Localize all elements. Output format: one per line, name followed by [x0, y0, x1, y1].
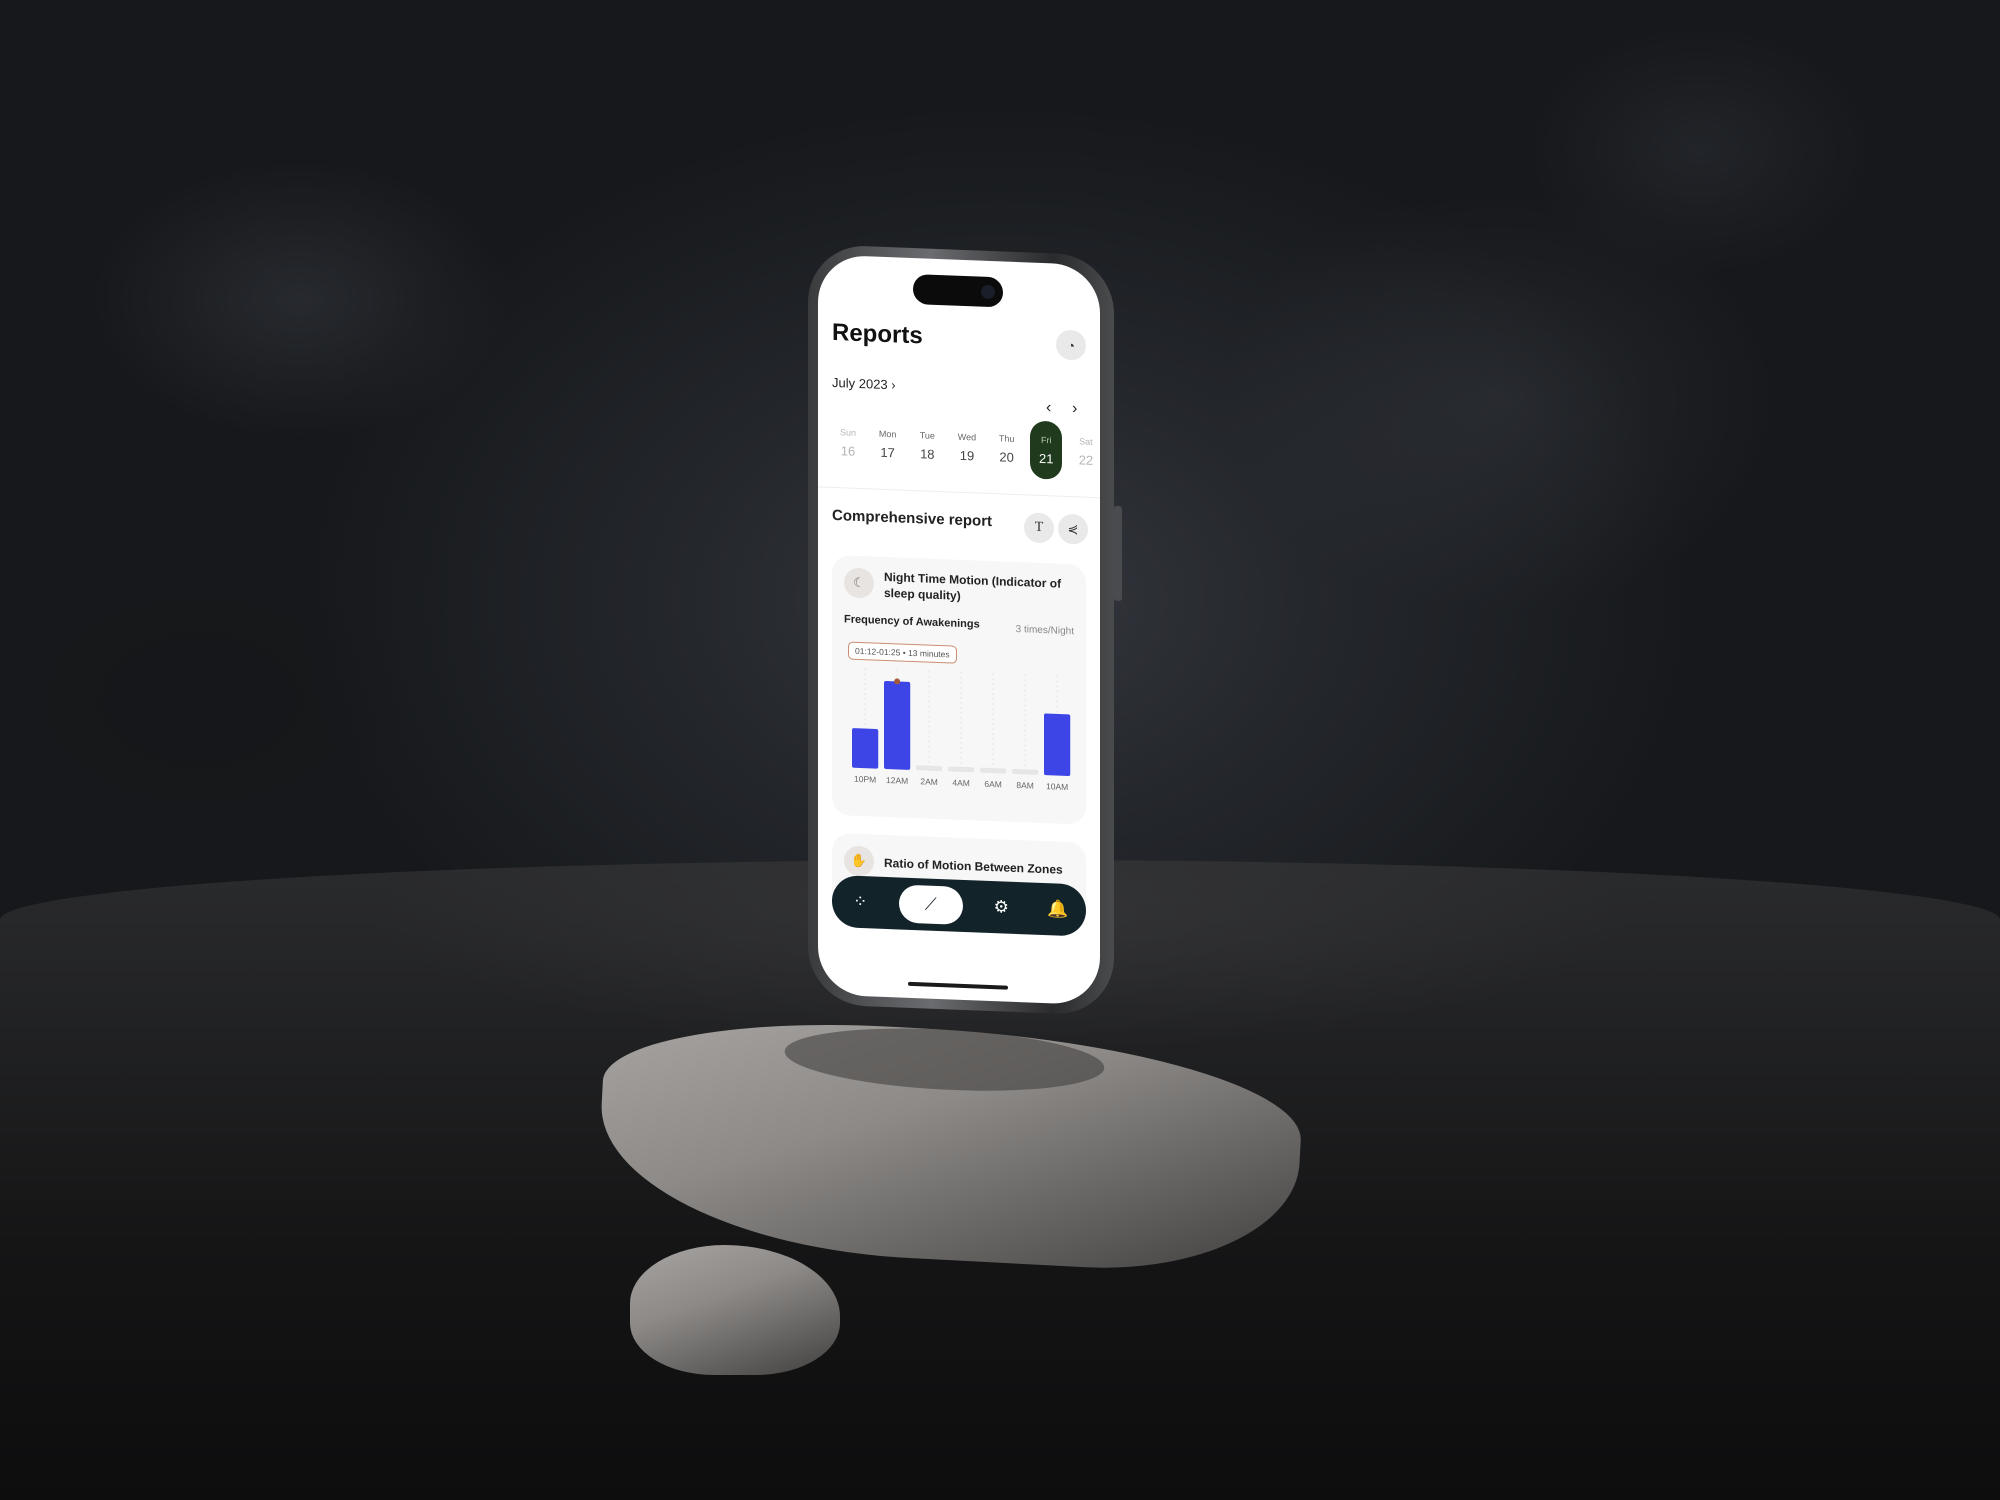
week-strip: Sun 16 Mon 17 Tue 18 Wed 19 Thu 20 Fri 21 Sat 22 [832, 413, 1100, 481]
gear-icon: ⚙ [993, 897, 1009, 917]
history-icon: ◔ [1067, 337, 1075, 353]
day-name: Sat [1079, 435, 1093, 447]
day-thu[interactable]: Thu 20 [991, 419, 1023, 478]
bar-2am[interactable] [916, 765, 943, 772]
x-tick-label: 8AM [1016, 780, 1033, 791]
hand-icon: ✋ [844, 845, 874, 877]
day-mon[interactable]: Mon 17 [872, 414, 904, 473]
x-tick-label: 10AM [1046, 781, 1068, 792]
metric-label: Frequency of Awakenings [844, 613, 980, 631]
bar-12am[interactable] [884, 680, 911, 770]
bar-8am[interactable] [1012, 768, 1039, 775]
x-tick-label: 2AM [920, 776, 937, 787]
bar-10am[interactable] [1044, 713, 1071, 776]
bar-4am[interactable] [948, 766, 975, 773]
divider [818, 486, 1100, 499]
tab-bell[interactable]: 🔔 [1040, 891, 1076, 928]
prev-week-button[interactable]: ‹ [1046, 399, 1051, 417]
page-title: Reports [832, 318, 923, 350]
tab-grid[interactable]: ⁘ [842, 883, 878, 920]
month-label: July 2023 [832, 374, 888, 393]
grid-icon: ⁘ [853, 891, 868, 912]
day-name: Wed [957, 431, 977, 442]
day-name: Mon [878, 428, 897, 439]
bar-6am[interactable] [980, 767, 1007, 774]
night-motion-card[interactable]: ☾ Night Time Motion (Indicator of sleep … [832, 554, 1086, 825]
day-wed[interactable]: Wed 19 [951, 417, 983, 476]
awakenings-chart: 10PM 12AM 2AM 4AM 6AM 8AM 10AM [852, 668, 1071, 792]
side-button [1114, 505, 1122, 602]
day-sat[interactable]: Sat 22 [1070, 422, 1100, 481]
bell-icon: 🔔 [1047, 899, 1069, 920]
bar-10pm[interactable] [852, 728, 879, 769]
x-tick-label: 6AM [984, 779, 1001, 790]
day-name: Sun [839, 426, 856, 438]
phone-mockup: Reports ◔ July 2023 › ‹ › Sun 16 Mon 17 Tue 1… [808, 244, 1122, 1016]
day-number: 21 [1039, 450, 1054, 466]
moon-icon: ☾ [844, 567, 874, 599]
day-name: Thu [998, 432, 1015, 444]
day-sun[interactable]: Sun 16 [832, 413, 864, 472]
share-icon: ⋞ [1067, 520, 1079, 537]
tab-gear[interactable]: ⚙ [983, 889, 1019, 926]
card-title: Night Time Motion (Indicator of sleep qu… [884, 569, 1062, 603]
month-selector[interactable]: July 2023 › [832, 375, 896, 392]
x-tick-label: 10PM [854, 774, 876, 785]
tab-chart[interactable]: ⟋ [898, 884, 963, 925]
camera [981, 284, 995, 300]
x-tick-label: 12AM [886, 775, 908, 786]
share-button[interactable]: ⋞ [1058, 513, 1088, 545]
day-number: 19 [959, 447, 975, 463]
metric-value: 3 times/Night [1015, 623, 1074, 638]
next-week-button[interactable]: › [1072, 400, 1077, 418]
x-tick-label: 4AM [952, 778, 969, 789]
text-size-button[interactable]: T [1024, 512, 1054, 544]
day-number: 18 [920, 445, 935, 462]
day-number: 22 [1078, 451, 1094, 468]
section-title: Comprehensive report [832, 506, 993, 531]
day-tue[interactable]: Tue 18 [911, 416, 943, 475]
day-name: Tue [919, 429, 935, 441]
dynamic-island [913, 274, 1003, 308]
chart-tooltip: 01:12-01:25 • 13 minutes [848, 641, 957, 664]
day-number: 16 [840, 442, 856, 459]
day-number: 17 [880, 444, 895, 460]
chart-icon: ⟋ [924, 894, 937, 914]
history-button[interactable]: ◔ [1056, 329, 1086, 361]
day-name: Fri [1041, 434, 1052, 445]
bottom-tab-bar: ⁘ ⟋ ⚙ 🔔 [832, 874, 1086, 937]
chevron-right-icon: › [891, 377, 896, 393]
phone-screen: Reports ◔ July 2023 › ‹ › Sun 16 Mon 17 Tue 1… [818, 254, 1100, 1006]
card-title: Ratio of Motion Between Zones [884, 855, 1063, 877]
day-number: 20 [999, 448, 1014, 465]
day-fri[interactable]: Fri 21 [1030, 420, 1063, 480]
home-indicator [908, 981, 1008, 990]
